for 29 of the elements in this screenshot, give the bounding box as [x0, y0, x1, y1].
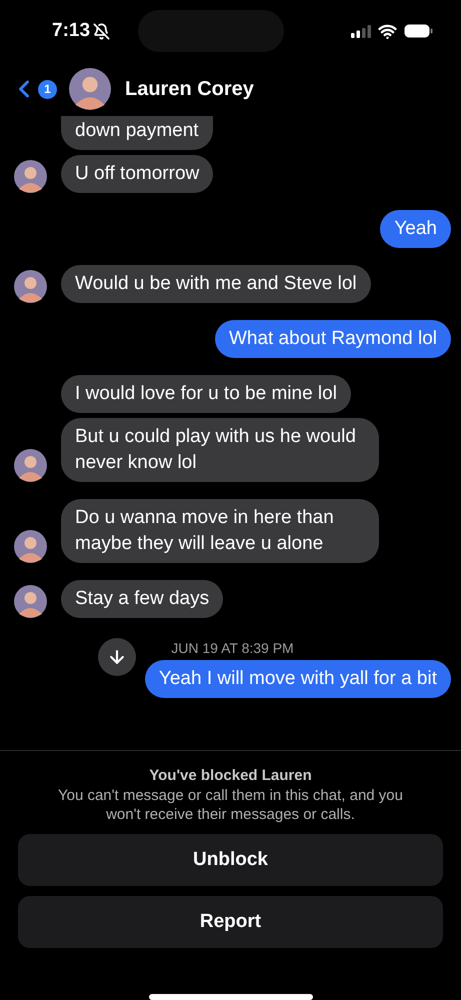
- back-button[interactable]: 1: [10, 75, 57, 103]
- avatar: [14, 449, 47, 482]
- report-button[interactable]: Report: [18, 896, 443, 948]
- arrow-down-icon: [107, 647, 127, 667]
- message-bubble: U off tomorrow: [61, 155, 214, 193]
- message-bubble: What about Raymond lol: [214, 320, 451, 358]
- unblock-button[interactable]: Unblock: [18, 834, 443, 886]
- unread-badge: 1: [38, 80, 57, 98]
- clock-time: 7:13: [52, 20, 90, 42]
- blocked-title: You've blocked Lauren: [149, 767, 312, 784]
- blocked-description: You can't message or call them in this chat, and you won't receive their messages or calls.: [56, 786, 404, 824]
- scroll-down-button[interactable]: [98, 638, 136, 676]
- signal-icon: [351, 24, 371, 38]
- message-bubble: Yeah: [380, 210, 451, 248]
- avatar: [14, 530, 47, 563]
- avatar: [14, 585, 47, 618]
- avatar: [14, 160, 47, 193]
- message-bubble: Yeah I will move with yall for a bit: [144, 660, 451, 698]
- message-bubble: Stay a few days: [61, 580, 224, 618]
- avatar: [14, 270, 47, 303]
- contact-name: Lauren Corey: [125, 78, 254, 100]
- battery-icon: [404, 24, 433, 38]
- message-bubble: down payment: [61, 116, 213, 150]
- message-bubble: But u could play with us he would never know lol: [61, 418, 379, 482]
- message-bubble: Would u be with me and Steve lol: [61, 265, 371, 303]
- avatar: [69, 68, 111, 110]
- message-bubble: Do u wanna move in here than maybe they will leave u alone: [61, 499, 379, 563]
- message-bubble: I would love for u to be mine lol: [61, 375, 351, 413]
- message-timestamp: JUN 19 AT 8:39 PM: [170, 640, 295, 656]
